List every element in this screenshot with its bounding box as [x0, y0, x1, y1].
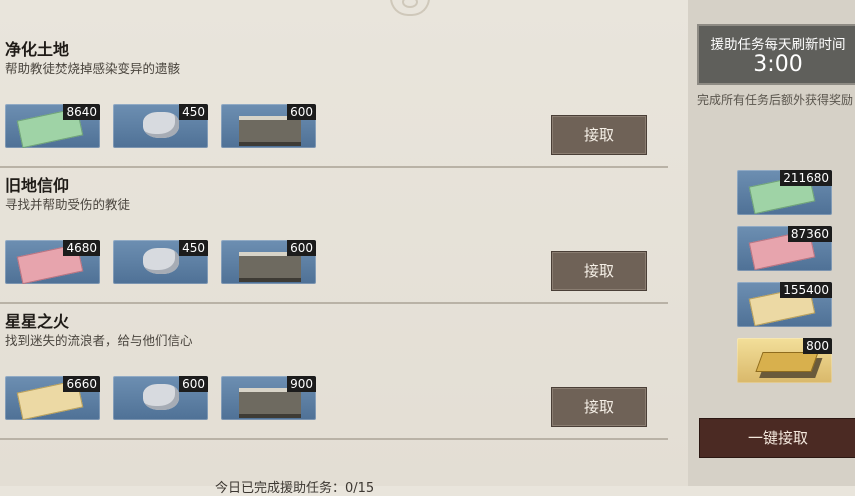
- silver-gem-icon: [143, 248, 179, 274]
- reward-count: 800: [803, 338, 832, 354]
- bonus-reward-slot[interactable]: 211680: [737, 170, 832, 215]
- reward-slot[interactable]: 900: [221, 376, 316, 420]
- quest-description: 帮助教徒焚烧掉感染变异的遗骸: [5, 61, 181, 76]
- claim-all-button[interactable]: 一键接取: [699, 418, 855, 458]
- reward-count: 6660: [63, 376, 100, 392]
- reward-count: 600: [179, 376, 208, 392]
- gold-bars-icon: [755, 352, 819, 372]
- reward-count: 450: [179, 104, 208, 120]
- bonus-reward-slot[interactable]: 87360: [737, 226, 832, 271]
- quest-rewards: 4680 450 600: [5, 240, 316, 284]
- accept-button-quest-2[interactable]: 接取: [551, 251, 647, 291]
- reward-count: 900: [287, 376, 316, 392]
- reward-slot[interactable]: 600: [221, 104, 316, 148]
- reward-slot[interactable]: 4680: [5, 240, 100, 284]
- reward-count: 600: [287, 104, 316, 120]
- quest-rewards: 6660 600 900: [5, 376, 316, 420]
- silver-gem-icon: [143, 384, 179, 410]
- reward-count: 8640: [63, 104, 100, 120]
- accept-button-quest-1[interactable]: 接取: [551, 115, 647, 155]
- bonus-reward-slot[interactable]: 800: [737, 338, 832, 383]
- quest-description: 找到迷失的流浪者，给与他们信心: [5, 333, 193, 348]
- quest-rewards: 8640 450 600: [5, 104, 316, 148]
- reward-slot[interactable]: 450: [113, 240, 208, 284]
- refresh-timer: 援助任务每天刷新时间 3:00: [697, 24, 855, 85]
- silver-gem-icon: [143, 112, 179, 138]
- quest-title: 净化土地: [5, 40, 70, 59]
- reward-count: 4680: [63, 240, 100, 256]
- quest-title: 旧地信仰: [5, 176, 70, 195]
- reward-count: 211680: [780, 170, 832, 186]
- accept-button-quest-3[interactable]: 接取: [551, 387, 647, 427]
- side-panel: 援助任务每天刷新时间 3:00 完成所有任务后额外获得奖励 211680 873…: [688, 0, 855, 486]
- reward-slot[interactable]: 450: [113, 104, 208, 148]
- quest-list: 净化土地 帮助教徒焚烧掉感染变异的遗骸 8640 450 600 接取 旧地信仰…: [0, 0, 668, 496]
- reward-count: 450: [179, 240, 208, 256]
- bonus-reward-slot[interactable]: 155400: [737, 282, 832, 327]
- divider: [0, 438, 668, 440]
- refresh-label: 援助任务每天刷新时间: [710, 37, 846, 53]
- reward-slot[interactable]: 8640: [5, 104, 100, 148]
- reward-count: 87360: [787, 226, 832, 242]
- completed-count-text: 今日已完成援助任务：0/15: [215, 481, 375, 496]
- refresh-time: 3:00: [753, 52, 803, 77]
- quest-title: 星星之火: [5, 312, 70, 331]
- reward-slot[interactable]: 600: [113, 376, 208, 420]
- reward-slot[interactable]: 6660: [5, 376, 100, 420]
- quest-description: 寻找并帮助受伤的教徒: [5, 197, 131, 212]
- reward-count: 600: [287, 240, 316, 256]
- bonus-note: 完成所有任务后额外获得奖励: [697, 93, 854, 107]
- reward-slot[interactable]: 600: [221, 240, 316, 284]
- reward-count: 155400: [780, 282, 832, 298]
- bonus-rewards: 211680 87360 155400 800: [737, 170, 832, 383]
